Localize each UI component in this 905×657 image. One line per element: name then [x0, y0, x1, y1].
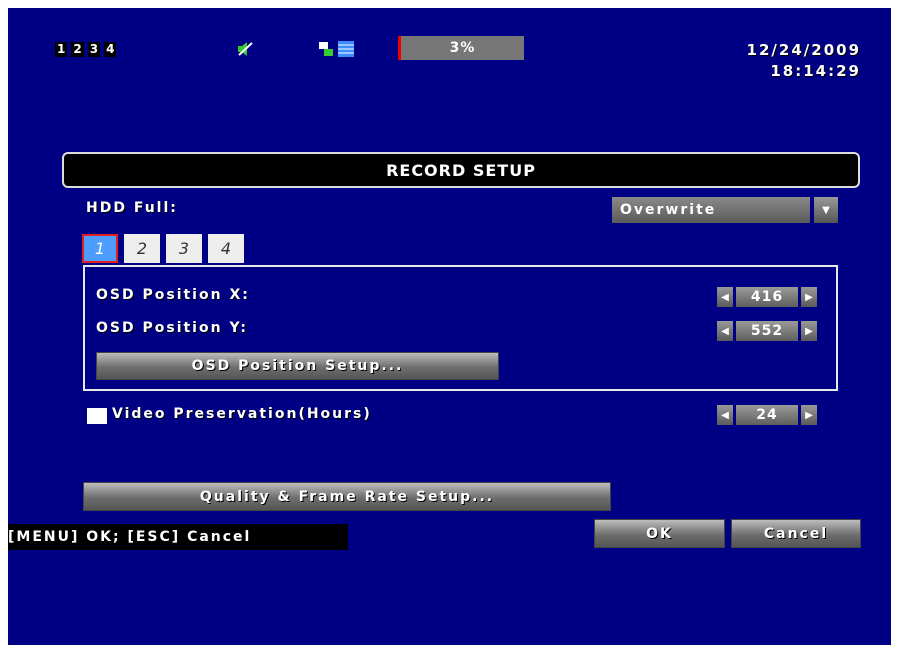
osd-x-label: OSD Position X:	[96, 287, 250, 303]
key-hint: [MENU] OK; [ESC] Cancel	[8, 524, 348, 550]
arrow-right-icon[interactable]: ▶	[801, 405, 817, 425]
date-time: 12/24/2009 18:14:29	[747, 40, 861, 82]
hdd-full-label: HDD Full:	[86, 200, 178, 216]
hdd-usage-bar: 3%	[398, 36, 524, 60]
arrow-left-icon[interactable]: ◀	[717, 287, 733, 307]
dialog-title-bar: RECORD SETUP	[62, 152, 860, 188]
arrow-right-icon[interactable]: ▶	[801, 321, 817, 341]
tab-channel-3[interactable]: 3	[166, 234, 202, 263]
network-icon	[319, 41, 354, 57]
osd-y-value[interactable]: 552	[736, 321, 798, 341]
video-preservation-checkbox[interactable]	[87, 408, 107, 424]
osd-x-stepper: ◀ 416 ▶	[717, 287, 817, 307]
osd-x-value[interactable]: 416	[736, 287, 798, 307]
osd-y-stepper: ◀ 552 ▶	[717, 321, 817, 341]
arrow-right-icon[interactable]: ▶	[801, 287, 817, 307]
tab-channel-4[interactable]: 4	[208, 234, 244, 263]
quality-frame-rate-button[interactable]: Quality & Frame Rate Setup...	[83, 482, 611, 511]
video-preservation-label: Video Preservation(Hours)	[112, 406, 372, 422]
key-hint-text: [MENU] OK; [ESC] Cancel	[8, 529, 252, 545]
dialog-title: RECORD SETUP	[386, 160, 536, 180]
video-preservation-stepper: ◀ 24 ▶	[717, 405, 817, 425]
osd-y-label: OSD Position Y:	[96, 320, 248, 336]
hdd-usage-text: 3%	[449, 40, 476, 56]
arrow-left-icon[interactable]: ◀	[717, 321, 733, 341]
speaker-mute-icon	[238, 42, 253, 56]
video-preservation-value[interactable]: 24	[736, 405, 798, 425]
hdd-full-dropdown[interactable]: Overwrite ▼	[612, 197, 838, 223]
arrow-left-icon[interactable]: ◀	[717, 405, 733, 425]
date-text: 12/24/2009	[746, 41, 861, 59]
channel-indicator: 3	[87, 42, 101, 57]
channel-indicator: 4	[104, 42, 117, 57]
tab-channel-2[interactable]: 2	[124, 234, 160, 263]
channel-indicators: 1 2 3 4	[55, 42, 117, 57]
channel-indicator: 1	[55, 42, 68, 57]
channel-tabs: 1 2 3 4	[82, 234, 244, 263]
tab-channel-1[interactable]: 1	[82, 234, 118, 263]
cancel-button[interactable]: Cancel	[731, 519, 861, 548]
hdd-full-value: Overwrite	[612, 197, 810, 223]
time-text: 18:14:29	[770, 62, 861, 80]
chevron-down-icon[interactable]: ▼	[814, 197, 838, 223]
ok-button[interactable]: OK	[594, 519, 725, 548]
osd-position-setup-button[interactable]: OSD Position Setup...	[96, 352, 499, 380]
channel-indicator: 2	[71, 42, 84, 57]
